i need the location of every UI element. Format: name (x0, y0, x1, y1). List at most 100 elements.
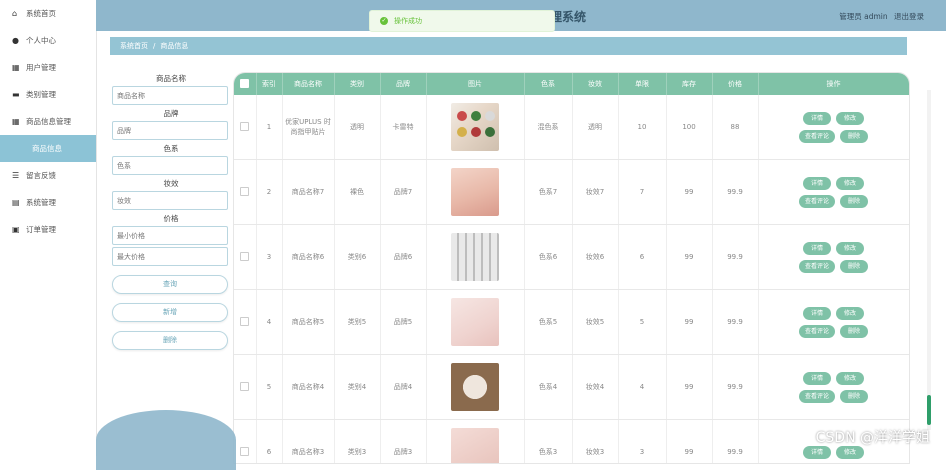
brand-input[interactable] (112, 121, 228, 140)
category-cell: 类别4 (334, 354, 381, 420)
table-row: 3 商品名称6 类别6 品牌6 色系6 妆效6 6 99 99.9 详情 修改 (234, 224, 909, 290)
card-icon: ▬ (12, 90, 20, 99)
add-button[interactable]: 新增 (112, 303, 228, 322)
row-checkbox[interactable] (240, 251, 250, 261)
sidebar-item-home[interactable]: ⌂ 系统首页 (0, 0, 96, 27)
row-checkbox[interactable] (240, 186, 250, 196)
color-input[interactable] (112, 156, 228, 175)
sidebar-item-feedback[interactable]: ☰ 留言反馈 (0, 162, 96, 189)
effect-input[interactable] (112, 191, 228, 210)
edit-button[interactable]: 修改 (836, 176, 865, 190)
name-label: 商品名称 (156, 74, 186, 83)
category-cell: 类别5 (334, 289, 381, 355)
row-select-cell[interactable] (234, 95, 257, 160)
sidebar-item-system[interactable]: ▤ 系统管理 (0, 189, 96, 216)
product-image (451, 363, 499, 411)
sidebar-item-products[interactable]: 商品信息 (0, 135, 96, 162)
sidebar-item-orders[interactable]: ▣ 订单管理 (0, 216, 96, 243)
detail-button[interactable]: 详情 (802, 241, 831, 255)
stock-cell: 99 (666, 224, 713, 290)
select-all-checkbox[interactable] (240, 78, 250, 88)
edit-button[interactable]: 修改 (836, 111, 865, 125)
user-info: 管理员 admin 退出登录 (839, 11, 924, 22)
view-reviews-button[interactable]: 查看评论 (798, 324, 835, 338)
color-cell: 色系3 (524, 419, 573, 463)
brand-label: 品牌 (163, 109, 179, 118)
row-select-cell[interactable] (234, 159, 257, 225)
edit-button[interactable]: 修改 (836, 306, 865, 320)
breadcrumb-home[interactable]: 系统首页 (120, 42, 148, 50)
delete-button[interactable]: 删除 (840, 194, 869, 208)
delete-selected-button[interactable]: 删除 (112, 331, 228, 350)
grid-icon: ▦ (12, 63, 20, 72)
price-cell: 99.9 (712, 224, 759, 290)
row-select-cell[interactable] (234, 224, 257, 290)
table-header-row: 索引 商品名称 类别 品牌 图片 色系 妆效 单限 库存 价格 操作 (234, 73, 909, 95)
product-image (451, 233, 499, 281)
view-reviews-button[interactable]: 查看评论 (798, 389, 835, 403)
row-select-cell[interactable] (234, 354, 257, 420)
query-button[interactable]: 查询 (112, 275, 228, 294)
name-cell: 商品名称5 (282, 289, 335, 355)
stock-cell: 99 (666, 419, 713, 463)
delete-button[interactable]: 删除 (840, 389, 869, 403)
column-header: 类别 (334, 73, 381, 95)
doc-icon: ▤ (12, 198, 20, 207)
order-icon: ▣ (12, 225, 20, 234)
sidebar-item-product-management[interactable]: ▦ 商品信息管理 (0, 108, 96, 135)
sidebar: ⌂ 系统首页 ● 个人中心 ▦ 用户管理 ▬ 类别管理 ▦ 商品信息管理 商品信… (0, 0, 97, 456)
sidebar-item-profile[interactable]: ● 个人中心 (0, 27, 96, 54)
detail-button[interactable]: 详情 (802, 371, 831, 385)
row-select-cell[interactable] (234, 419, 257, 463)
sidebar-item-categories[interactable]: ▬ 类别管理 (0, 81, 96, 108)
sidebar-item-users[interactable]: ▦ 用户管理 (0, 54, 96, 81)
name-cell: 商品名称7 (282, 159, 335, 225)
select-all-header[interactable] (234, 73, 257, 95)
view-reviews-button[interactable]: 查看评论 (798, 259, 835, 273)
detail-button[interactable]: 详情 (802, 445, 831, 459)
edit-button[interactable]: 修改 (836, 241, 865, 255)
view-reviews-button[interactable]: 查看评论 (798, 129, 835, 143)
price-cell: 99.9 (712, 419, 759, 463)
product-image (451, 103, 499, 151)
row-checkbox[interactable] (240, 381, 250, 391)
name-cell: 商品名称3 (282, 419, 335, 463)
image-cell (426, 159, 525, 225)
color-cell: 色系6 (524, 224, 573, 290)
row-checkbox[interactable] (240, 446, 250, 456)
column-header: 索引 (256, 73, 283, 95)
view-reviews-button[interactable]: 查看评论 (798, 194, 835, 208)
table-row: 1 优家UPLUS 时尚指甲贴片 透明 卡雷特 混色系 透明 10 100 88… (234, 95, 909, 160)
color-cell: 色系5 (524, 289, 573, 355)
column-header: 色系 (524, 73, 573, 95)
price-max-input[interactable] (112, 247, 228, 266)
stock-cell: 99 (666, 354, 713, 420)
row-checkbox[interactable] (240, 121, 250, 131)
watermark: CSDN @洋洋学姐 (815, 430, 930, 446)
home-icon: ⌂ (12, 9, 18, 18)
toast-text: 操作成功 (394, 17, 422, 25)
name-input[interactable] (112, 86, 228, 105)
price-min-input[interactable] (112, 226, 228, 245)
scrollbar-thumb[interactable] (927, 395, 931, 425)
detail-button[interactable]: 详情 (802, 111, 831, 125)
stock-cell: 99 (666, 289, 713, 355)
detail-button[interactable]: 详情 (802, 176, 831, 190)
row-select-cell[interactable] (234, 289, 257, 355)
filter-panel: 商品名称 品牌 色系 妆效 价格 查询 新增 删除 (112, 72, 230, 350)
logout-link[interactable]: 退出登录 (894, 12, 924, 21)
edit-button[interactable]: 修改 (836, 445, 865, 459)
index-cell: 6 (256, 419, 283, 463)
delete-button[interactable]: 删除 (840, 259, 869, 273)
effect-cell: 透明 (572, 95, 619, 160)
scrollbar-track[interactable] (927, 90, 931, 430)
delete-button[interactable]: 删除 (840, 324, 869, 338)
detail-button[interactable]: 详情 (802, 306, 831, 320)
delete-button[interactable]: 删除 (840, 129, 869, 143)
edit-button[interactable]: 修改 (836, 371, 865, 385)
breadcrumb: 系统首页 / 商品信息 (110, 37, 907, 55)
table-row: 2 商品名称7 裸色 品牌7 色系7 妆效7 7 99 99.9 详情 修改 查… (234, 159, 909, 225)
color-cell: 色系7 (524, 159, 573, 225)
brand-cell: 品牌4 (380, 354, 427, 420)
row-checkbox[interactable] (240, 316, 250, 326)
